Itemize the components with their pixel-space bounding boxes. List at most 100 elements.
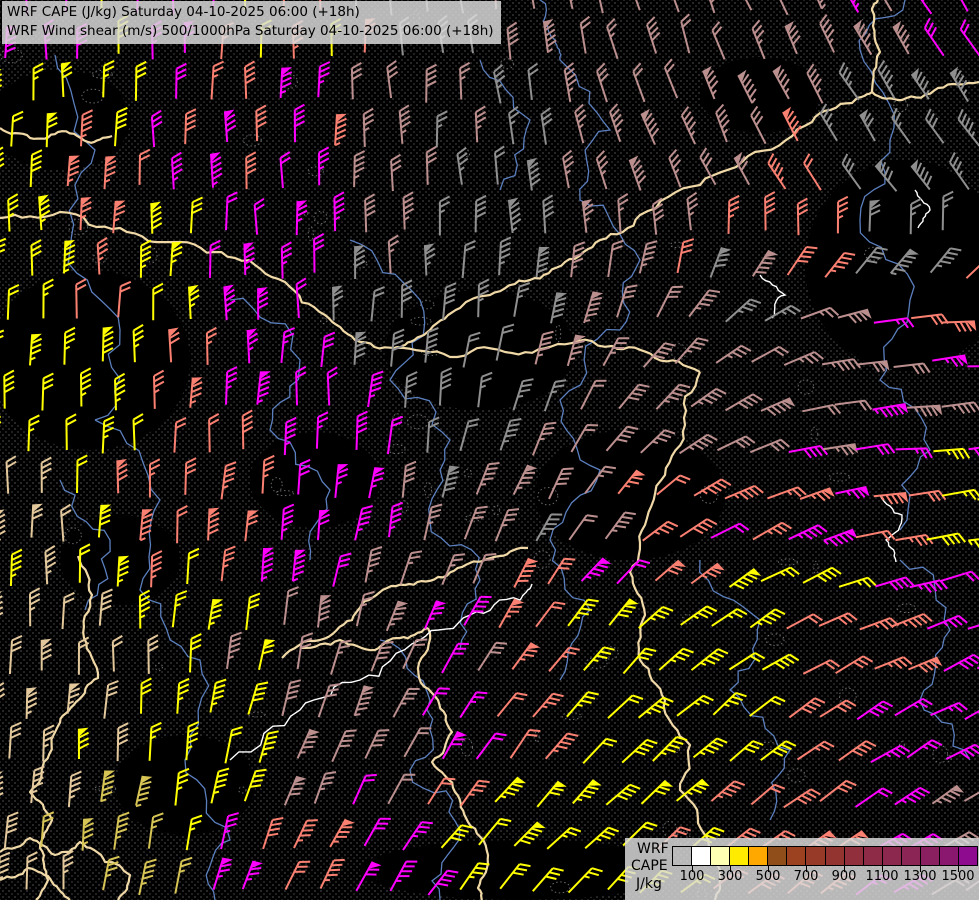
cape-contour-squiggle — [398, 500, 409, 513]
cape-contour-squiggle — [313, 210, 328, 225]
title-line-cape: WRF CAPE (J/kg) Saturday 04-10-2025 06:0… — [7, 4, 360, 20]
wind-barb — [574, 103, 587, 144]
wind-barb — [188, 284, 200, 320]
wind-barb — [385, 600, 409, 632]
wind-barb — [176, 677, 190, 714]
cape-contour-squiggle — [561, 712, 582, 720]
wind-barb — [960, 0, 969, 12]
wind-barb — [494, 508, 520, 542]
wind-barb — [570, 241, 586, 278]
wind-barb — [113, 811, 130, 850]
wind-barb — [247, 681, 269, 715]
legend-colorbar — [672, 846, 978, 866]
wind-barb — [923, 17, 945, 57]
wind-barb — [176, 505, 188, 544]
wind-barb — [403, 727, 432, 758]
wind-barb — [463, 505, 488, 540]
wind-barb — [512, 464, 538, 495]
wind-barb — [673, 0, 680, 13]
wind-barb — [459, 779, 490, 807]
wind-barb — [140, 677, 152, 714]
wind-barb — [280, 327, 295, 363]
wind-barb — [138, 148, 151, 185]
wind-barb — [171, 590, 188, 628]
wind-barb — [967, 365, 979, 368]
wind-barb — [38, 194, 51, 231]
wind-barb — [764, 191, 776, 231]
wind-barb — [76, 454, 88, 494]
wind-barb — [750, 783, 786, 806]
wind-barb — [943, 653, 979, 672]
wind-barb — [295, 200, 308, 236]
wind-barb — [874, 656, 913, 670]
wind-barb — [226, 631, 243, 670]
legend-cell — [692, 847, 712, 865]
cape-contour-squiggle — [307, 226, 314, 242]
wind-barb — [728, 567, 762, 590]
wind-barb — [859, 108, 876, 142]
wind-barb — [207, 598, 224, 630]
cape-contour-squiggle — [406, 414, 429, 430]
wind-barb — [910, 67, 930, 100]
cape-contour-squiggle — [320, 317, 328, 325]
wind-barb — [711, 608, 748, 627]
wind-barb — [150, 201, 163, 234]
wind-barb — [802, 566, 842, 584]
wind-barb — [284, 860, 311, 891]
wind-barb — [205, 326, 218, 365]
cape-contour-squiggle — [500, 58, 515, 70]
cape-contour-squiggle — [828, 472, 850, 482]
wind-barb — [542, 194, 555, 234]
wind-barb — [712, 691, 747, 716]
wind-barb — [280, 241, 293, 279]
wind-barb — [907, 404, 943, 417]
wind-barb — [788, 524, 828, 541]
wind-barb — [330, 639, 352, 675]
legend-cell — [844, 847, 864, 865]
wind-barb — [690, 387, 727, 408]
river-line — [699, 559, 792, 821]
wind-barb — [621, 738, 658, 764]
wind-barb — [350, 62, 363, 100]
wind-barb — [116, 722, 129, 762]
wind-barb — [362, 107, 375, 147]
wind-barb — [438, 195, 451, 236]
legend-cell — [825, 847, 845, 865]
wind-barb — [838, 740, 877, 762]
wind-barb — [856, 700, 894, 721]
wind-barb — [835, 486, 870, 500]
wind-barb — [223, 284, 236, 321]
wind-barb — [363, 817, 391, 847]
wind-barb — [656, 285, 684, 318]
wind-barb — [260, 547, 274, 582]
wind-barb — [598, 0, 604, 14]
wind-barb — [62, 850, 74, 890]
wind-barb — [803, 153, 822, 191]
wind-barb — [609, 103, 624, 143]
wind-barb — [0, 415, 2, 424]
wind-barb — [526, 157, 541, 191]
wind-barb — [674, 337, 709, 365]
wind-barb — [908, 489, 947, 502]
legend-cell — [673, 847, 693, 865]
wind-barb — [819, 699, 857, 718]
wind-barb — [103, 155, 117, 190]
wind-barb — [293, 103, 305, 143]
legend-cell — [863, 847, 883, 865]
wind-barb — [459, 418, 480, 452]
cape-contour-squiggle — [669, 241, 684, 249]
wind-barb — [472, 553, 497, 584]
legend-label-unit: J/kg — [636, 876, 662, 892]
wind-barb — [727, 194, 740, 234]
wind-barb — [531, 0, 536, 9]
wind-barb — [908, 656, 943, 673]
wind-barb — [477, 641, 508, 672]
wind-barb — [749, 608, 786, 629]
wind-barb — [0, 509, 6, 541]
wind-barb — [441, 642, 469, 674]
wind-barb — [77, 727, 90, 760]
wind-barb — [710, 522, 750, 539]
wind-barb — [783, 788, 821, 809]
wind-barb — [725, 298, 762, 323]
cape-contour-squiggle — [146, 247, 158, 264]
